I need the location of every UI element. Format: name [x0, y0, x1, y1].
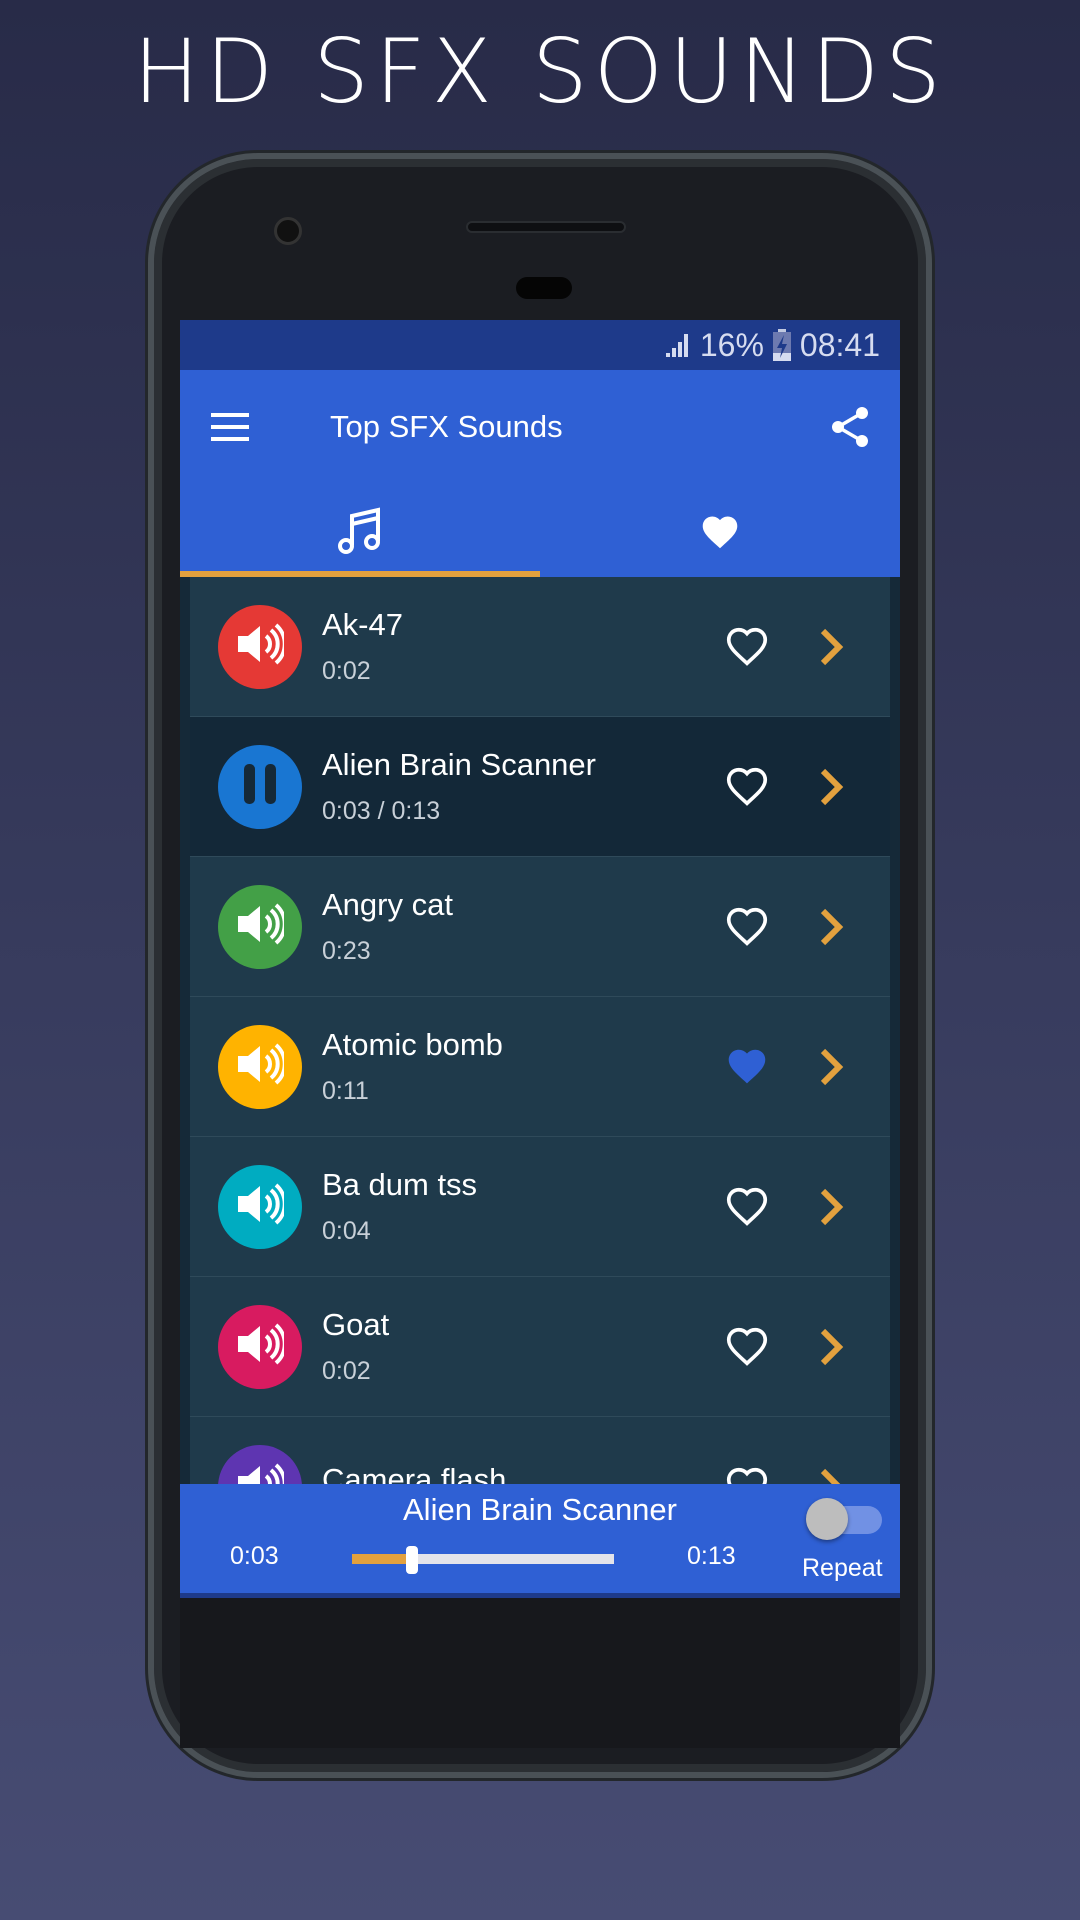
battery-percent: 16% — [699, 326, 764, 363]
heart-outline-icon[interactable] — [725, 765, 769, 807]
clock: 08:41 — [799, 326, 880, 363]
seek-progress — [352, 1554, 413, 1564]
promo-headline: HD SFX SOUNDS — [133, 20, 947, 123]
share-icon[interactable] — [830, 406, 870, 448]
app-screen: 16% 08:41 Top SFX Sounds Ak-47 0:02 Alien… — [180, 320, 900, 1598]
play-button[interactable] — [218, 1304, 302, 1389]
sound-info: Ak-47 0:02 — [322, 607, 890, 686]
proximity-sensor — [516, 277, 572, 299]
sound-info: Alien Brain Scanner 0:03 / 0:13 — [322, 747, 890, 826]
pause-icon — [242, 762, 278, 811]
app-title: Top SFX Sounds — [330, 409, 563, 444]
tab-all-sounds[interactable] — [180, 484, 540, 577]
music-note-icon — [338, 506, 380, 554]
speaker-icon — [236, 622, 287, 671]
battery-charging-icon — [772, 329, 791, 361]
speaker-icon — [236, 1042, 287, 1091]
sound-row[interactable]: Alien Brain Scanner 0:03 / 0:13 — [190, 717, 890, 857]
total-time: 0:13 — [687, 1542, 736, 1570]
heart-outline-icon[interactable] — [725, 1185, 769, 1227]
sound-row[interactable]: Goat 0:02 — [190, 1277, 890, 1417]
sound-name: Goat — [322, 1307, 390, 1342]
now-playing-bar: Alien Brain Scanner 0:03 0:13 Repeat — [180, 1484, 900, 1598]
speaker-icon — [236, 1322, 287, 1371]
chevron-right-icon[interactable] — [818, 1187, 844, 1227]
earpiece-speaker — [466, 221, 626, 233]
tab-bar — [180, 484, 900, 577]
chevron-right-icon[interactable] — [818, 1327, 844, 1367]
sound-info: Goat 0:02 — [322, 1307, 890, 1386]
status-bar: 16% 08:41 — [180, 320, 900, 370]
chevron-right-icon[interactable] — [818, 627, 844, 667]
sound-name: Alien Brain Scanner — [322, 747, 596, 782]
toggle-knob — [806, 1498, 848, 1540]
speaker-icon — [236, 902, 287, 951]
sound-info: Ba dum tss 0:04 — [322, 1167, 890, 1246]
sound-duration: 0:02 — [322, 1357, 371, 1385]
chevron-right-icon[interactable] — [818, 1047, 844, 1087]
signal-icon — [665, 334, 688, 357]
chevron-right-icon[interactable] — [818, 767, 844, 807]
app-bar: Top SFX Sounds — [180, 370, 900, 484]
sound-info: Angry cat 0:23 — [322, 887, 890, 966]
heart-filled-icon[interactable] — [725, 1045, 769, 1087]
sound-name: Angry cat — [322, 887, 453, 922]
sound-row[interactable]: Angry cat 0:23 — [190, 857, 890, 997]
sound-duration: 0:04 — [322, 1217, 371, 1245]
play-button[interactable] — [218, 604, 302, 689]
speaker-icon — [236, 1182, 287, 1231]
sound-name: Ak-47 — [322, 607, 403, 642]
heart-outline-icon[interactable] — [725, 1325, 769, 1367]
current-time: 0:03 — [230, 1542, 279, 1570]
screen-bottom-bezel — [180, 1598, 900, 1748]
sound-list[interactable]: Ak-47 0:02 Alien Brain Scanner 0:03 / 0:13… — [190, 577, 890, 1557]
heart-outline-icon[interactable] — [725, 905, 769, 947]
chevron-right-icon[interactable] — [818, 907, 844, 947]
now-playing-title: Alien Brain Scanner — [403, 1492, 677, 1527]
heart-icon — [702, 515, 738, 548]
seek-thumb[interactable] — [406, 1546, 419, 1574]
repeat-toggle[interactable] — [806, 1498, 882, 1540]
repeat-label: Repeat — [802, 1554, 883, 1582]
pause-button[interactable] — [218, 744, 302, 829]
tab-favorites[interactable] — [540, 484, 900, 577]
play-button[interactable] — [218, 1164, 302, 1249]
sound-row[interactable]: Atomic bomb 0:11 — [190, 997, 890, 1137]
sound-row[interactable]: Ak-47 0:02 — [190, 577, 890, 717]
sound-info: Atomic bomb 0:11 — [322, 1027, 890, 1106]
sound-name: Ba dum tss — [322, 1167, 478, 1202]
sound-duration: 0:02 — [322, 657, 371, 685]
seek-slider[interactable] — [352, 1546, 614, 1574]
front-camera — [274, 217, 302, 245]
sound-duration: 0:11 — [322, 1077, 369, 1105]
heart-outline-icon[interactable] — [725, 625, 769, 667]
sound-duration: 0:23 — [322, 937, 371, 965]
sound-name: Atomic bomb — [322, 1027, 503, 1062]
sound-duration: 0:03 / 0:13 — [322, 797, 441, 825]
menu-icon[interactable] — [210, 412, 250, 442]
sound-row[interactable]: Ba dum tss 0:04 — [190, 1137, 890, 1277]
play-button[interactable] — [218, 884, 302, 969]
play-button[interactable] — [218, 1024, 302, 1109]
